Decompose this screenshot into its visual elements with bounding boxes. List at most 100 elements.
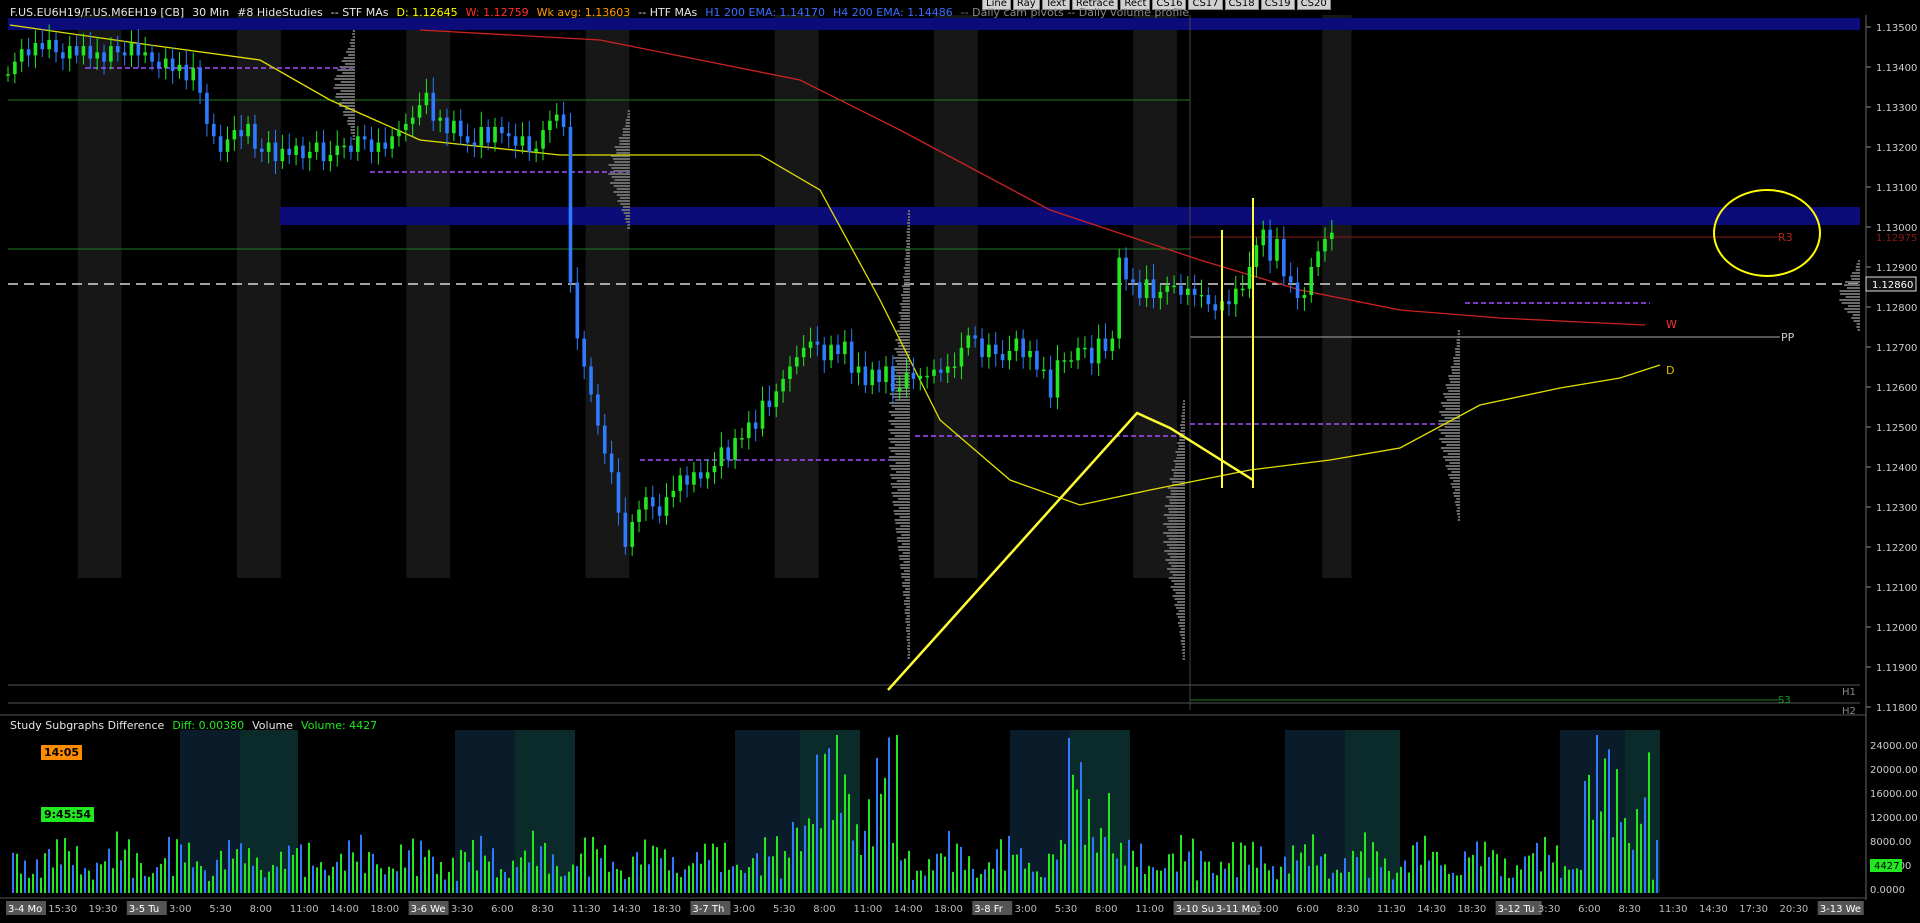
volume-bar — [1364, 832, 1366, 893]
time-axis-label: 20:30 — [1779, 904, 1808, 915]
volume-bar — [472, 839, 474, 893]
candle-body — [1144, 279, 1149, 299]
time-axis-label: 14:30 — [612, 904, 641, 915]
candle-body — [760, 400, 765, 429]
profile-bar — [898, 312, 910, 314]
volume-bar — [132, 877, 134, 893]
time-axis-label: 17:30 — [1739, 904, 1768, 915]
profile-bar — [890, 423, 910, 425]
candle-body — [596, 394, 600, 426]
volume-bar — [860, 855, 862, 893]
profile-bar — [1844, 284, 1860, 286]
volume-bar — [92, 879, 94, 893]
profile-bar — [1172, 595, 1185, 597]
volume-bar — [696, 852, 698, 893]
profile-bar — [1440, 432, 1460, 434]
volume-bar — [916, 870, 918, 893]
profile-bar — [1173, 475, 1185, 477]
candle-body — [465, 136, 470, 143]
volume-bar — [216, 859, 218, 893]
profile-bar — [1180, 628, 1185, 630]
volume-bar — [1048, 853, 1050, 893]
time-axis-label: 11:30 — [1377, 904, 1406, 915]
volume-bar — [400, 844, 402, 893]
trading-chart[interactable]: R3 W PP D S3 H1 H2 1.13500 1.13400 1.13300 1.13200… — [0, 0, 1920, 919]
profile-bar — [905, 597, 910, 599]
volume-bar — [1072, 774, 1074, 893]
volume-bar — [1556, 845, 1558, 893]
profile-bar — [904, 609, 910, 611]
volume-bar — [996, 849, 998, 893]
volume-bar — [1228, 863, 1230, 893]
tool-cs19-button[interactable]: CS19 — [1260, 0, 1295, 10]
profile-bar — [1856, 326, 1860, 328]
candle-body — [13, 61, 17, 75]
pivot-w-label: W — [1666, 318, 1677, 331]
volume-bar — [412, 838, 414, 893]
tool-cs18-button[interactable]: CS18 — [1224, 0, 1259, 10]
tool-cs20-button[interactable]: CS20 — [1296, 0, 1331, 10]
profile-bar — [1182, 646, 1185, 648]
volume-bar — [376, 864, 378, 893]
candle-body — [445, 117, 449, 134]
profile-bar — [901, 543, 910, 545]
volume-bar — [244, 863, 246, 893]
profile-bar — [1439, 438, 1460, 440]
volume-bar — [680, 877, 682, 893]
volume-bar — [944, 856, 946, 893]
volume-bar — [184, 862, 186, 893]
profile-bar — [898, 498, 910, 500]
profile-bar — [1444, 426, 1460, 428]
volume-bar — [600, 858, 602, 893]
volume-session-shade-4 — [735, 730, 800, 893]
volume-bar — [972, 868, 974, 893]
volume-bar — [1184, 861, 1186, 893]
profile-bar — [907, 654, 910, 656]
volume-bar — [636, 852, 638, 893]
volume-bar — [1060, 839, 1062, 893]
profile-bar — [616, 149, 630, 151]
candle-body — [527, 136, 532, 152]
volume-bar — [804, 825, 806, 893]
candle-body — [376, 142, 381, 152]
volume-bar — [292, 854, 294, 893]
volume-axis-label: 12000.00 — [1870, 813, 1918, 824]
volume-axis-label: 24000.00 — [1870, 741, 1918, 752]
time-axis-label: 14:00 — [894, 904, 923, 915]
volume-bar — [656, 847, 658, 893]
volume-bar — [668, 870, 670, 893]
volume-bar — [1532, 853, 1534, 893]
profile-bar — [898, 333, 910, 335]
volume-bar — [1288, 873, 1290, 893]
volume-bar — [1452, 872, 1454, 893]
volume-bar — [68, 851, 70, 893]
profile-bar — [905, 618, 910, 620]
profile-bar — [896, 330, 910, 332]
volume-bar — [1268, 870, 1270, 893]
profile-bar — [1446, 444, 1460, 446]
profile-bar — [1848, 305, 1860, 307]
candle-body — [767, 400, 772, 407]
tool-cs17-button[interactable]: CS17 — [1188, 0, 1223, 10]
volume-bar — [100, 864, 102, 893]
profile-bar — [1181, 643, 1185, 645]
volume-bar — [188, 842, 190, 893]
volume-bar — [1044, 877, 1046, 893]
profile-bar — [1166, 568, 1185, 570]
profile-bar — [1441, 414, 1460, 416]
volume-bar — [1096, 852, 1098, 893]
chart-canvas[interactable]: R3WPPDS3H1H21.135001.134001.133001.13200… — [0, 0, 1920, 919]
volume-bar — [232, 858, 234, 893]
volume-bar — [512, 860, 514, 893]
volume-bar — [776, 836, 778, 893]
volume-bar — [536, 865, 538, 893]
candle-body — [561, 114, 566, 127]
profile-bar — [1168, 511, 1185, 513]
volume-bar — [60, 864, 62, 893]
volume-bar — [360, 834, 362, 893]
volume-bar — [1404, 860, 1406, 893]
volume-bar — [296, 848, 298, 893]
profile-bar — [905, 240, 910, 242]
profile-bar — [622, 206, 630, 208]
candle-body — [966, 335, 971, 348]
